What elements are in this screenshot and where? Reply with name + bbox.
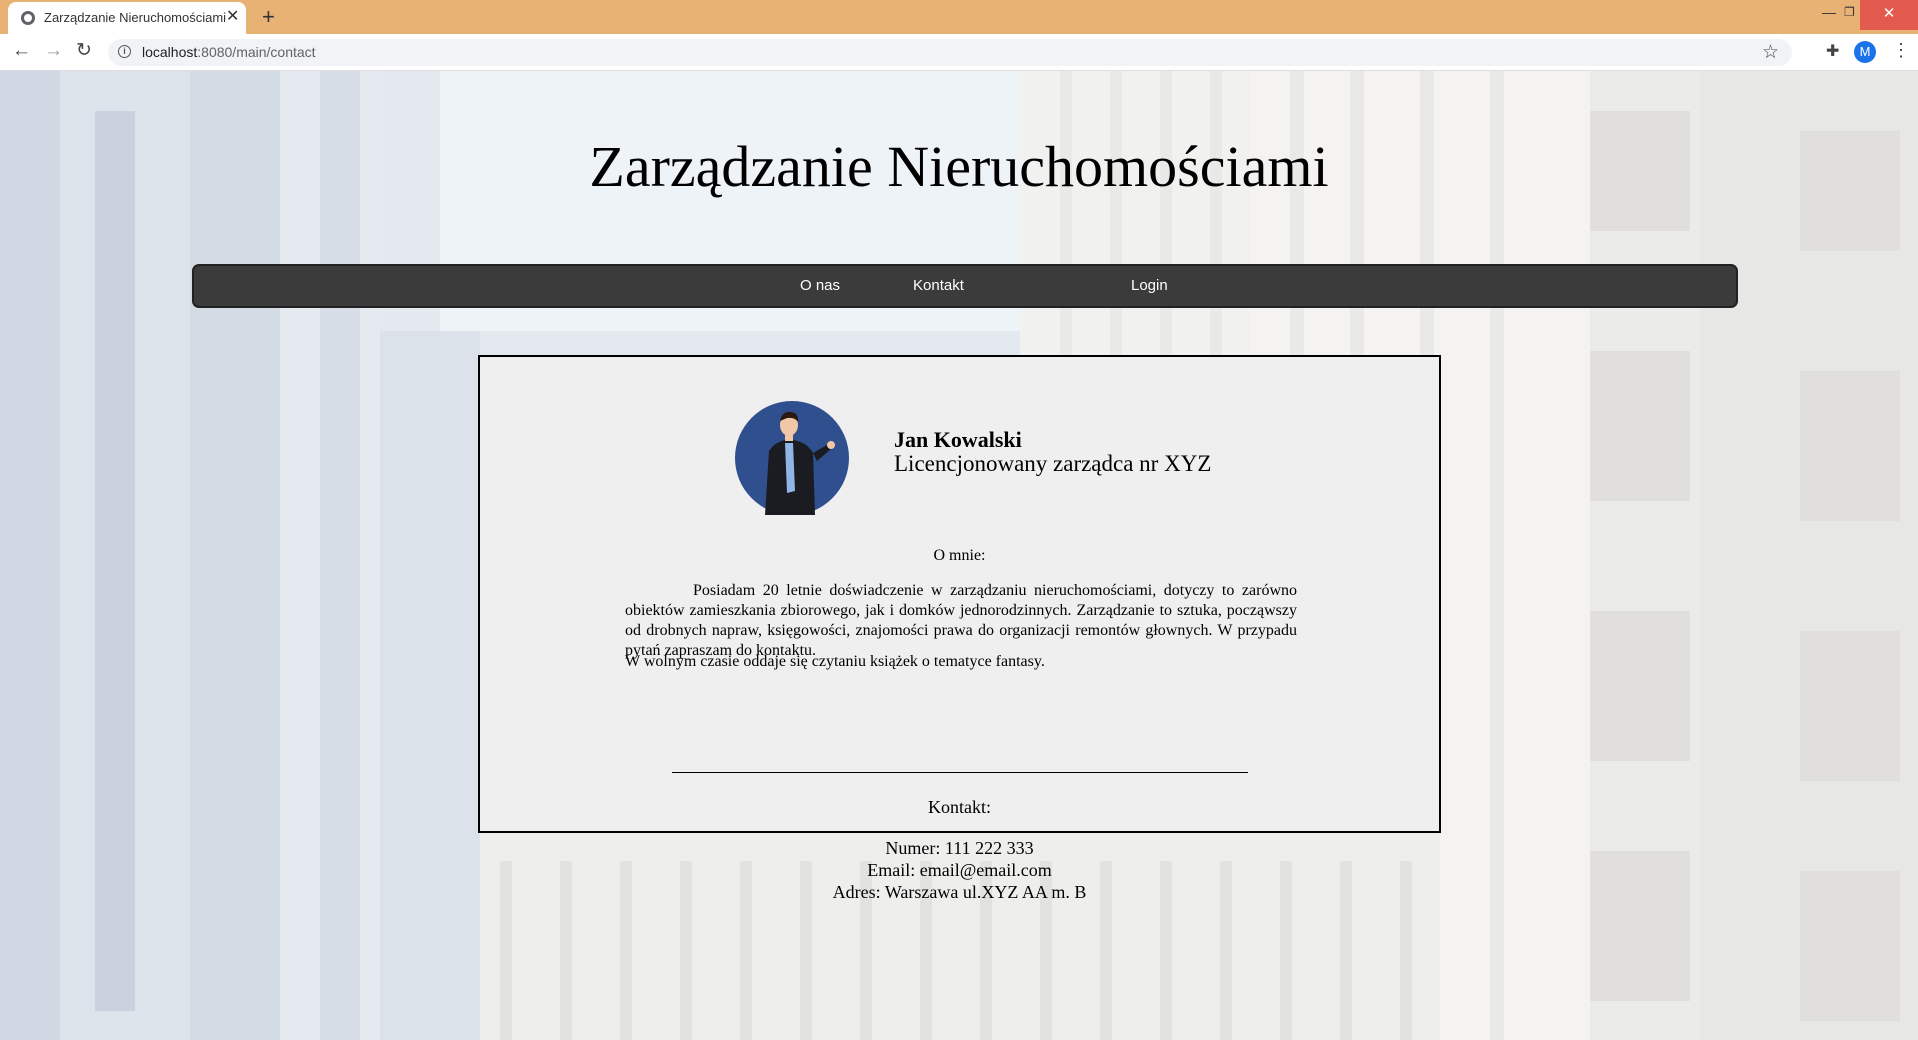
site-title: Zarządzanie Nieruchomościami bbox=[589, 134, 1329, 199]
contact-email: Email: email@email.com bbox=[867, 860, 1052, 880]
browser-menu-icon[interactable]: ⋮ bbox=[1892, 40, 1910, 61]
contact-address: Adres: Warszawa ul.XYZ AA m. B bbox=[832, 882, 1087, 902]
close-tab-icon[interactable]: ✕ bbox=[226, 7, 239, 27]
restore-icon[interactable]: ❐ bbox=[1844, 2, 1855, 22]
person-role: Licencjonowany zarządca nr XYZ bbox=[894, 451, 1212, 476]
address-bar-row: ← → ↻ i localhost:8080/main/contact ☆ ✚ … bbox=[0, 34, 1918, 71]
minimize-icon[interactable]: — bbox=[1822, 2, 1836, 22]
reload-icon[interactable]: ↻ bbox=[76, 41, 92, 61]
about-paragraph: Posiadam 20 letnie doświadczenie w zarzą… bbox=[625, 582, 1297, 659]
page-viewport: Zarządzanie Nieruchomościami O nas Konta… bbox=[0, 71, 1918, 1040]
contact-card: Jan Kowalski Licencjonowany zarządca nr … bbox=[478, 355, 1441, 902]
contact-heading: Kontakt: bbox=[928, 797, 991, 817]
nav-link-login[interactable]: Login bbox=[1131, 277, 1168, 294]
profile-avatar[interactable]: M bbox=[1854, 41, 1876, 63]
about-heading: O mnie: bbox=[933, 547, 986, 564]
forward-arrow-icon[interactable]: → bbox=[44, 41, 63, 61]
window-close-icon[interactable]: ✕ bbox=[1860, 0, 1918, 30]
person-avatar-image bbox=[735, 401, 849, 515]
nav-link-kontakt[interactable]: Kontakt bbox=[913, 277, 964, 294]
section-divider bbox=[672, 772, 1248, 773]
browser-tab-strip: Zarządzanie Nieruchomościami ✕ + — ❐ ✕ bbox=[0, 0, 1918, 34]
extensions-puzzle-icon[interactable]: ✚ bbox=[1826, 41, 1839, 61]
nav-link-o-nas[interactable]: O nas bbox=[800, 277, 840, 294]
bookmark-star-icon[interactable]: ☆ bbox=[1762, 41, 1779, 64]
globe-icon bbox=[21, 11, 35, 25]
main-navbar: O nas Kontakt Login bbox=[192, 264, 1738, 308]
person-name: Jan Kowalski bbox=[894, 427, 1022, 452]
url-input[interactable]: i localhost:8080/main/contact ☆ bbox=[108, 39, 1792, 66]
new-tab-icon[interactable]: + bbox=[262, 3, 275, 31]
contact-details: Numer: 111 222 333 Email: email@email.co… bbox=[480, 837, 1439, 903]
browser-tab[interactable]: Zarządzanie Nieruchomościami ✕ bbox=[8, 2, 246, 34]
url-text: localhost:8080/main/contact bbox=[142, 44, 316, 60]
contact-phone: Numer: 111 222 333 bbox=[885, 838, 1034, 858]
hobby-paragraph: W wolnym czasie oddaje się czytaniu ksią… bbox=[625, 653, 1045, 670]
tab-title: Zarządzanie Nieruchomościami bbox=[44, 10, 227, 25]
info-icon[interactable]: i bbox=[118, 45, 131, 58]
back-arrow-icon[interactable]: ← bbox=[12, 41, 31, 61]
